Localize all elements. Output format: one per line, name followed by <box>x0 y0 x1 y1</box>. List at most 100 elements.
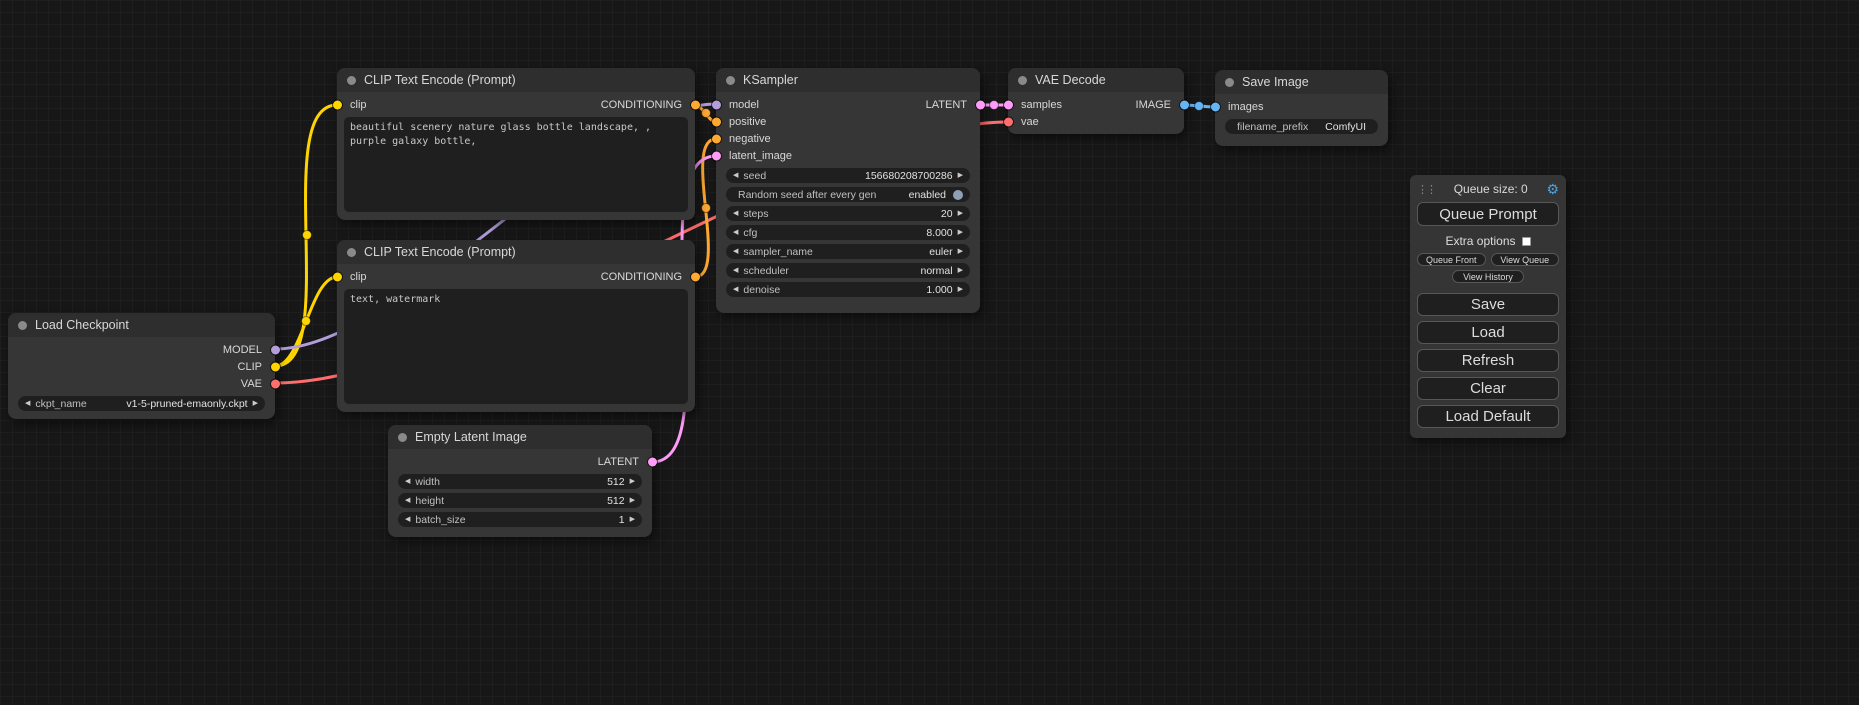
output-slot-clip: CLIP <box>8 358 275 375</box>
node-title-bar[interactable]: Empty Latent Image <box>388 425 652 449</box>
node-vae-decode[interactable]: VAE Decode samples IMAGE vae <box>1008 68 1184 134</box>
node-save-image[interactable]: Save Image images filename_prefix ComfyU… <box>1215 70 1388 146</box>
node-clip-text-encode-positive[interactable]: CLIP Text Encode (Prompt) clip CONDITION… <box>337 68 695 220</box>
widget-width[interactable]: ◀ width 512 ▶ <box>398 474 642 489</box>
output-label: CONDITIONING <box>601 271 682 283</box>
output-pin-latent[interactable] <box>976 100 985 109</box>
input-pin-samples[interactable] <box>1004 100 1013 109</box>
arrow-right-icon[interactable]: ▶ <box>630 516 635 523</box>
input-pin-latent-image[interactable] <box>712 151 721 160</box>
widget-value: ComfyUI <box>1325 121 1366 133</box>
clear-button[interactable]: Clear <box>1417 377 1559 400</box>
widget-denoise[interactable]: ◀ denoise 1.000 ▶ <box>726 282 970 297</box>
save-button[interactable]: Save <box>1417 293 1559 316</box>
input-pin-vae[interactable] <box>1004 117 1013 126</box>
widget-random-seed-toggle[interactable]: Random seed after every gen enabled <box>726 187 970 202</box>
arrow-left-icon[interactable]: ◀ <box>733 229 738 236</box>
node-title-bar[interactable]: VAE Decode <box>1008 68 1184 92</box>
prompt-textarea[interactable]: text, watermark <box>344 289 688 404</box>
view-history-button[interactable]: View History <box>1452 270 1524 283</box>
history-row: View History <box>1417 270 1559 283</box>
drag-handle-icon[interactable]: ⋮⋮ <box>1417 183 1435 196</box>
arrow-right-icon[interactable]: ▶ <box>630 478 635 485</box>
slot-row: samples IMAGE <box>1008 96 1184 113</box>
output-pin-image[interactable] <box>1180 100 1189 109</box>
toggle-circle-icon[interactable] <box>953 190 963 200</box>
arrow-left-icon[interactable]: ◀ <box>733 267 738 274</box>
output-slot-model: MODEL <box>8 341 275 358</box>
output-pin-conditioning[interactable] <box>691 272 700 281</box>
node-title-bar[interactable]: Save Image <box>1215 70 1388 94</box>
arrow-right-icon[interactable]: ▶ <box>253 400 258 407</box>
input-pin-clip[interactable] <box>333 100 342 109</box>
arrow-left-icon[interactable]: ◀ <box>733 210 738 217</box>
widget-name: Random seed after every gen <box>738 189 876 201</box>
node-load-checkpoint[interactable]: Load Checkpoint MODEL CLIP VAE ◀ ckpt_na… <box>8 313 275 419</box>
widget-cfg[interactable]: ◀ cfg 8.000 ▶ <box>726 225 970 240</box>
arrow-left-icon[interactable]: ◀ <box>405 497 410 504</box>
widget-name: cfg <box>743 227 757 239</box>
link-dot <box>303 231 312 240</box>
arrow-left-icon[interactable]: ◀ <box>733 286 738 293</box>
load-default-button[interactable]: Load Default <box>1417 405 1559 428</box>
node-clip-text-encode-negative[interactable]: CLIP Text Encode (Prompt) clip CONDITION… <box>337 240 695 412</box>
node-title-bar[interactable]: CLIP Text Encode (Prompt) <box>337 240 695 264</box>
arrow-right-icon[interactable]: ▶ <box>958 286 963 293</box>
view-queue-button[interactable]: View Queue <box>1491 253 1560 266</box>
widget-batch-size[interactable]: ◀ batch_size 1 ▶ <box>398 512 642 527</box>
input-pin-positive[interactable] <box>712 117 721 126</box>
arrow-left-icon[interactable]: ◀ <box>405 478 410 485</box>
load-button[interactable]: Load <box>1417 321 1559 344</box>
refresh-button[interactable]: Refresh <box>1417 349 1559 372</box>
arrow-right-icon[interactable]: ▶ <box>958 172 963 179</box>
widget-filename-prefix[interactable]: filename_prefix ComfyUI <box>1225 119 1378 134</box>
arrow-right-icon[interactable]: ▶ <box>630 497 635 504</box>
prompt-textarea[interactable]: beautiful scenery nature glass bottle la… <box>344 117 688 212</box>
arrow-right-icon[interactable]: ▶ <box>958 248 963 255</box>
widget-seed[interactable]: ◀ seed 156680208700286 ▶ <box>726 168 970 183</box>
input-pin-clip[interactable] <box>333 272 342 281</box>
extra-options-checkbox[interactable] <box>1522 237 1531 246</box>
widget-scheduler[interactable]: ◀ scheduler normal ▶ <box>726 263 970 278</box>
arrow-right-icon[interactable]: ▶ <box>958 229 963 236</box>
node-title-bar[interactable]: KSampler <box>716 68 980 92</box>
input-pin-negative[interactable] <box>712 134 721 143</box>
widget-steps[interactable]: ◀ steps 20 ▶ <box>726 206 970 221</box>
widget-name: sampler_name <box>743 246 812 258</box>
widget-sampler-name[interactable]: ◀ sampler_name euler ▶ <box>726 244 970 259</box>
output-pin-latent[interactable] <box>648 457 657 466</box>
output-pin-model[interactable] <box>271 345 280 354</box>
settings-gear-icon[interactable]: ⚙ <box>1546 181 1559 198</box>
node-graph-canvas[interactable]: { "canvas": { "background": "#171717", "… <box>0 0 1859 705</box>
node-title-bar[interactable]: Load Checkpoint <box>8 313 275 337</box>
arrow-left-icon[interactable]: ◀ <box>733 172 738 179</box>
widget-ckpt-name[interactable]: ◀ ckpt_name v1-5-pruned-emaonly.ckpt ▶ <box>18 396 265 411</box>
widget-value: normal <box>921 265 953 277</box>
arrow-right-icon[interactable]: ▶ <box>958 267 963 274</box>
menu-header: ⋮⋮ Queue size: 0 ⚙ <box>1417 180 1559 198</box>
widget-name: filename_prefix <box>1237 121 1308 133</box>
node-title-bar[interactable]: CLIP Text Encode (Prompt) <box>337 68 695 92</box>
output-label: VAE <box>241 378 262 390</box>
input-pin-images[interactable] <box>1211 102 1220 111</box>
node-empty-latent-image[interactable]: Empty Latent Image LATENT ◀ width 512 ▶ … <box>388 425 652 537</box>
widget-height[interactable]: ◀ height 512 ▶ <box>398 493 642 508</box>
arrow-right-icon[interactable]: ▶ <box>958 210 963 217</box>
input-pin-model[interactable] <box>712 100 721 109</box>
node-title: Load Checkpoint <box>35 318 129 332</box>
arrow-left-icon[interactable]: ◀ <box>405 516 410 523</box>
output-label: LATENT <box>926 99 967 111</box>
link-dot <box>702 204 711 213</box>
arrow-left-icon[interactable]: ◀ <box>733 248 738 255</box>
output-pin-conditioning[interactable] <box>691 100 700 109</box>
widget-name: batch_size <box>415 514 465 526</box>
link-dot <box>1195 102 1204 111</box>
extra-options-label: Extra options <box>1445 234 1515 248</box>
queue-prompt-button[interactable]: Queue Prompt <box>1417 202 1559 226</box>
arrow-left-icon[interactable]: ◀ <box>25 400 30 407</box>
output-pin-vae[interactable] <box>271 379 280 388</box>
link-dot <box>302 317 311 326</box>
queue-front-button[interactable]: Queue Front <box>1417 253 1486 266</box>
node-ksampler[interactable]: KSampler model LATENT positive negative … <box>716 68 980 313</box>
output-pin-clip[interactable] <box>271 362 280 371</box>
